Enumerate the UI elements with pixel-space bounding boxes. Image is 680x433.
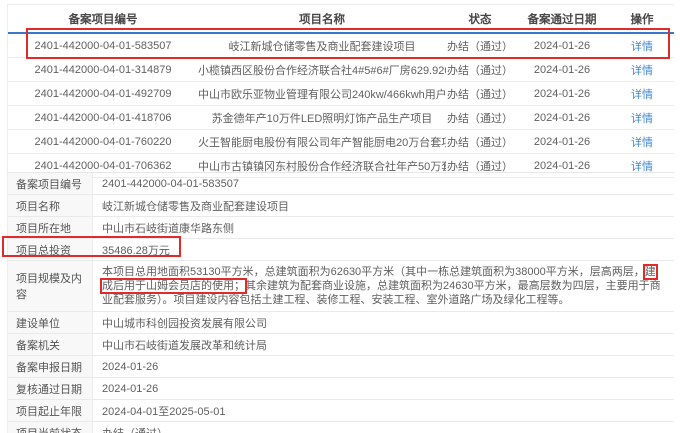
status-badge: 办结（通过） (446, 38, 514, 54)
detail-label: 复核通过日期 (8, 378, 93, 399)
detail-link[interactable]: 详情 (631, 113, 653, 125)
column-header-action: 操作 (610, 11, 674, 27)
detail-row-name: 项目名称 岐江新城仓储零售及商业配套建设项目 (8, 195, 674, 217)
detail-label: 备案申报日期 (8, 356, 93, 377)
detail-value: 35486.28万元 (93, 239, 674, 260)
filing-records-page: 备案项目编号 项目名称 状态 备案通过日期 操作 2401-442000-04-… (0, 0, 680, 433)
cell-project-code: 2401-442000-04-01-314879 (8, 64, 198, 76)
detail-value: 中山城市科创园投资发展有限公司 (93, 312, 674, 333)
detail-value: 2024-04-01至2025-05-01 (93, 400, 674, 421)
cell-project-name: 中山市欧乐亚物业管理有限公司240kw/466kwh用户侧储能项目 (198, 86, 446, 102)
project-list-table: 备案项目编号 项目名称 状态 备案通过日期 操作 2401-442000-04-… (7, 4, 674, 178)
status-badge: 办结（通过） (446, 134, 514, 150)
detail-link[interactable]: 详情 (631, 65, 653, 77)
cell-approval-date: 2024-01-26 (514, 160, 610, 172)
cell-approval-date: 2024-01-26 (514, 88, 610, 100)
detail-label: 项目名称 (8, 195, 93, 216)
cell-approval-date: 2024-01-26 (514, 112, 610, 124)
table-row: 2401-442000-04-01-492709 中山市欧乐亚物业管理有限公司2… (8, 82, 674, 106)
column-header-code: 备案项目编号 (8, 11, 198, 27)
table-header: 备案项目编号 项目名称 状态 备案通过日期 操作 (8, 5, 674, 34)
detail-label: 项目总投资 (8, 239, 93, 260)
cell-project-code: 2401-442000-04-01-492709 (8, 88, 198, 100)
cell-project-name: 苏金德年产10万件LED照明灯饰产品生产项目 (198, 110, 446, 126)
detail-value: 办结（通过） (93, 422, 674, 433)
detail-label: 项目起止年限 (8, 400, 93, 421)
detail-row-current-status: 项目当前状态 办结（通过） (8, 422, 674, 433)
detail-row-investment: 项目总投资 35486.28万元 (8, 239, 674, 261)
detail-row-code: 备案项目编号 2401-442000-04-01-583507 (8, 173, 674, 195)
table-row: 2401-442000-04-01-314879 小榄镇西区股份合作经济联合社4… (8, 58, 674, 82)
cell-project-code: 2401-442000-04-01-760220 (8, 136, 198, 148)
column-header-name: 项目名称 (198, 11, 446, 27)
detail-link[interactable]: 详情 (631, 41, 653, 53)
status-badge: 办结（通过） (446, 62, 514, 78)
detail-value: 中山市石岐街道康华路东侧 (93, 217, 674, 238)
detail-link[interactable]: 详情 (631, 89, 653, 101)
detail-value: 岐江新城仓储零售及商业配套建设项目 (93, 195, 674, 216)
detail-row-duration: 项目起止年限 2024-04-01至2025-05-01 (8, 400, 674, 422)
project-detail-table: 备案项目编号 2401-442000-04-01-583507 项目名称 岐江新… (7, 172, 674, 433)
table-row: 2401-442000-04-01-583507 岐江新城仓储零售及商业配套建设… (8, 34, 674, 58)
detail-label: 项目所在地 (8, 217, 93, 238)
cell-project-name: 火王智能厨电股份有限公司年产智能厨电20万台套项目 (198, 134, 446, 150)
detail-value: 2024-01-26 (93, 378, 674, 399)
cell-project-code: 2401-442000-04-01-706362 (8, 160, 198, 172)
cell-approval-date: 2024-01-26 (514, 136, 610, 148)
cell-project-name: 小榄镇西区股份合作经济联合社4#5#6#厂房629.920KW分布式 (198, 62, 446, 78)
cell-project-code: 2401-442000-04-01-418706 (8, 112, 198, 124)
detail-row-review-date: 复核通过日期 2024-01-26 (8, 378, 674, 400)
status-badge: 办结（通过） (446, 86, 514, 102)
detail-value: 2401-442000-04-01-583507 (93, 173, 674, 194)
detail-row-declare-date: 备案申报日期 2024-01-26 (8, 356, 674, 378)
cell-project-code: 2401-442000-04-01-583507 (8, 40, 198, 52)
detail-row-authority: 备案机关 中山市石岐街道发展改革和统计局 (8, 334, 674, 356)
detail-row-scale-content: 项目规模及内容 本项目总用地面积53130平方米，总建筑面积为62630平方米（… (8, 261, 674, 312)
column-header-date: 备案通过日期 (514, 11, 610, 27)
cell-approval-date: 2024-01-26 (514, 64, 610, 76)
scale-text-before: 本项目总用地面积53130平方米，总建筑面积为62630平方米（其中一栋总建筑面… (102, 266, 645, 278)
cell-approval-date: 2024-01-26 (514, 40, 610, 52)
detail-row-location: 项目所在地 中山市石岐街道康华路东侧 (8, 217, 674, 239)
detail-label: 建设单位 (8, 312, 93, 333)
detail-label: 项目当前状态 (8, 422, 93, 433)
table-row: 2401-442000-04-01-418706 苏金德年产10万件LED照明灯… (8, 106, 674, 130)
detail-label: 备案机关 (8, 334, 93, 355)
detail-value: 本项目总用地面积53130平方米，总建筑面积为62630平方米（其中一栋总建筑面… (93, 261, 674, 311)
detail-label: 项目规模及内容 (8, 261, 93, 311)
detail-label: 备案项目编号 (8, 173, 93, 194)
cell-project-name: 岐江新城仓储零售及商业配套建设项目 (198, 38, 446, 54)
column-header-status: 状态 (446, 11, 514, 27)
status-badge: 办结（通过） (446, 110, 514, 126)
detail-link[interactable]: 详情 (631, 137, 653, 149)
detail-value: 中山市石岐街道发展改革和统计局 (93, 334, 674, 355)
detail-row-builder: 建设单位 中山城市科创园投资发展有限公司 (8, 312, 674, 334)
detail-link[interactable]: 详情 (631, 161, 653, 173)
detail-value: 2024-01-26 (93, 356, 674, 377)
table-row: 2401-442000-04-01-760220 火王智能厨电股份有限公司年产智… (8, 130, 674, 154)
